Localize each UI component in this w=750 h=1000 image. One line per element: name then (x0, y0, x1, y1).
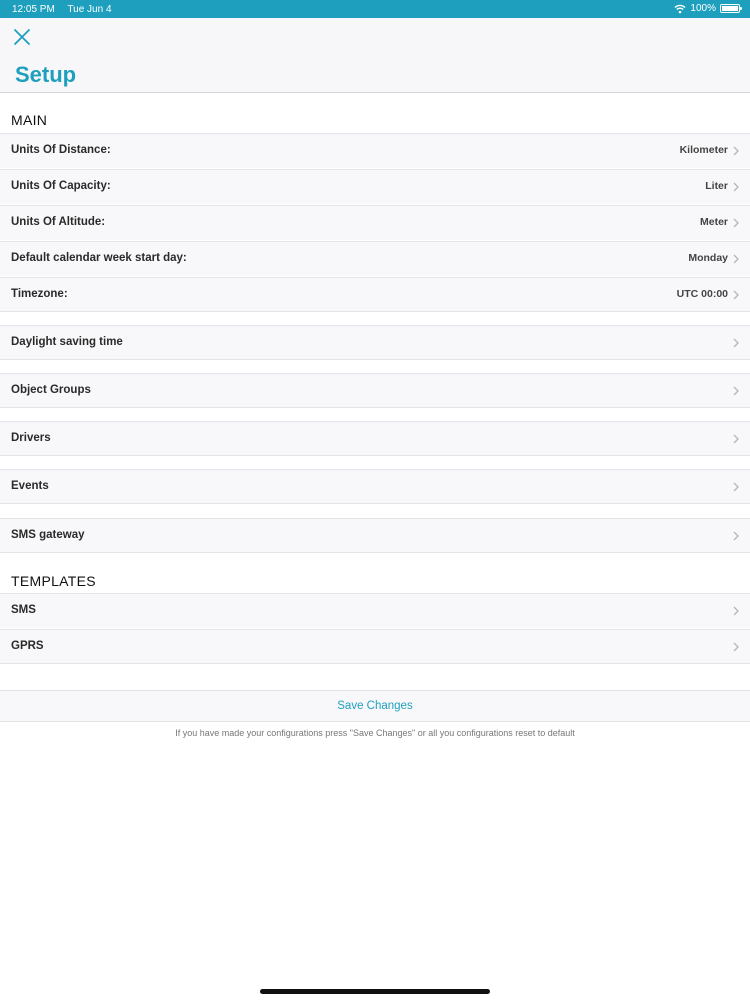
row-label: Timezone: (11, 288, 68, 300)
chevron-right-icon (733, 482, 739, 492)
wifi-icon (674, 4, 686, 13)
row-label: SMS (11, 604, 36, 616)
save-changes-label: Save Changes (337, 700, 413, 712)
battery-percent: 100% (690, 3, 716, 14)
row-value: Monday (688, 252, 728, 264)
section-title-templates: TEMPLATES (11, 573, 96, 589)
home-indicator[interactable] (260, 989, 490, 994)
nav-row-events[interactable]: Events (0, 469, 750, 504)
template-row-gprs[interactable]: GPRS (0, 629, 750, 664)
row-label: SMS gateway (11, 529, 85, 541)
nav-row-daylight-saving[interactable]: Daylight saving time (0, 325, 750, 360)
status-bar: 12:05 PM Tue Jun 4 100% (0, 0, 750, 18)
status-time: 12:05 PM (12, 4, 55, 15)
close-icon[interactable] (12, 27, 32, 47)
nav-row-sms-gateway[interactable]: SMS gateway (0, 518, 750, 553)
chevron-right-icon (733, 531, 739, 541)
section-title-main: MAIN (11, 112, 48, 128)
chevron-right-icon (733, 146, 739, 156)
chevron-right-icon (733, 338, 739, 348)
row-label: Default calendar week start day: (11, 252, 187, 264)
chevron-right-icon (733, 182, 739, 192)
chevron-right-icon (733, 606, 739, 616)
battery-icon (720, 4, 742, 13)
row-label: Object Groups (11, 384, 91, 396)
row-value: Liter (705, 180, 728, 192)
setting-row-units-distance[interactable]: Units Of Distance: Kilometer (0, 133, 750, 168)
row-label: Events (11, 480, 49, 492)
header: Setup (0, 18, 750, 93)
template-row-sms[interactable]: SMS (0, 593, 750, 628)
chevron-right-icon (733, 386, 739, 396)
setting-row-week-start[interactable]: Default calendar week start day: Monday (0, 241, 750, 276)
chevron-right-icon (733, 218, 739, 228)
row-label: Daylight saving time (11, 336, 123, 348)
chevron-right-icon (733, 434, 739, 444)
page-title: Setup (15, 62, 77, 87)
save-hint-text: If you have made your configurations pre… (175, 728, 575, 738)
setting-row-units-altitude[interactable]: Units Of Altitude: Meter (0, 205, 750, 240)
row-label: Units Of Altitude: (11, 216, 106, 228)
save-changes-button[interactable]: Save Changes (0, 690, 750, 722)
nav-row-drivers[interactable]: Drivers (0, 421, 750, 456)
status-date: Tue Jun 4 (67, 4, 112, 15)
nav-row-object-groups[interactable]: Object Groups (0, 373, 750, 408)
setting-row-units-capacity[interactable]: Units Of Capacity: Liter (0, 169, 750, 204)
row-label: Drivers (11, 432, 51, 444)
chevron-right-icon (733, 642, 739, 652)
chevron-right-icon (733, 290, 739, 300)
row-label: GPRS (11, 640, 44, 652)
row-label: Units Of Capacity: (11, 180, 111, 192)
row-value: Meter (699, 216, 728, 228)
setting-row-timezone[interactable]: Timezone: UTC 00:00 (0, 277, 750, 312)
row-value: Kilometer (679, 144, 728, 156)
row-value: UTC 00:00 (676, 288, 728, 300)
chevron-right-icon (733, 254, 739, 264)
row-label: Units Of Distance: (11, 144, 111, 156)
